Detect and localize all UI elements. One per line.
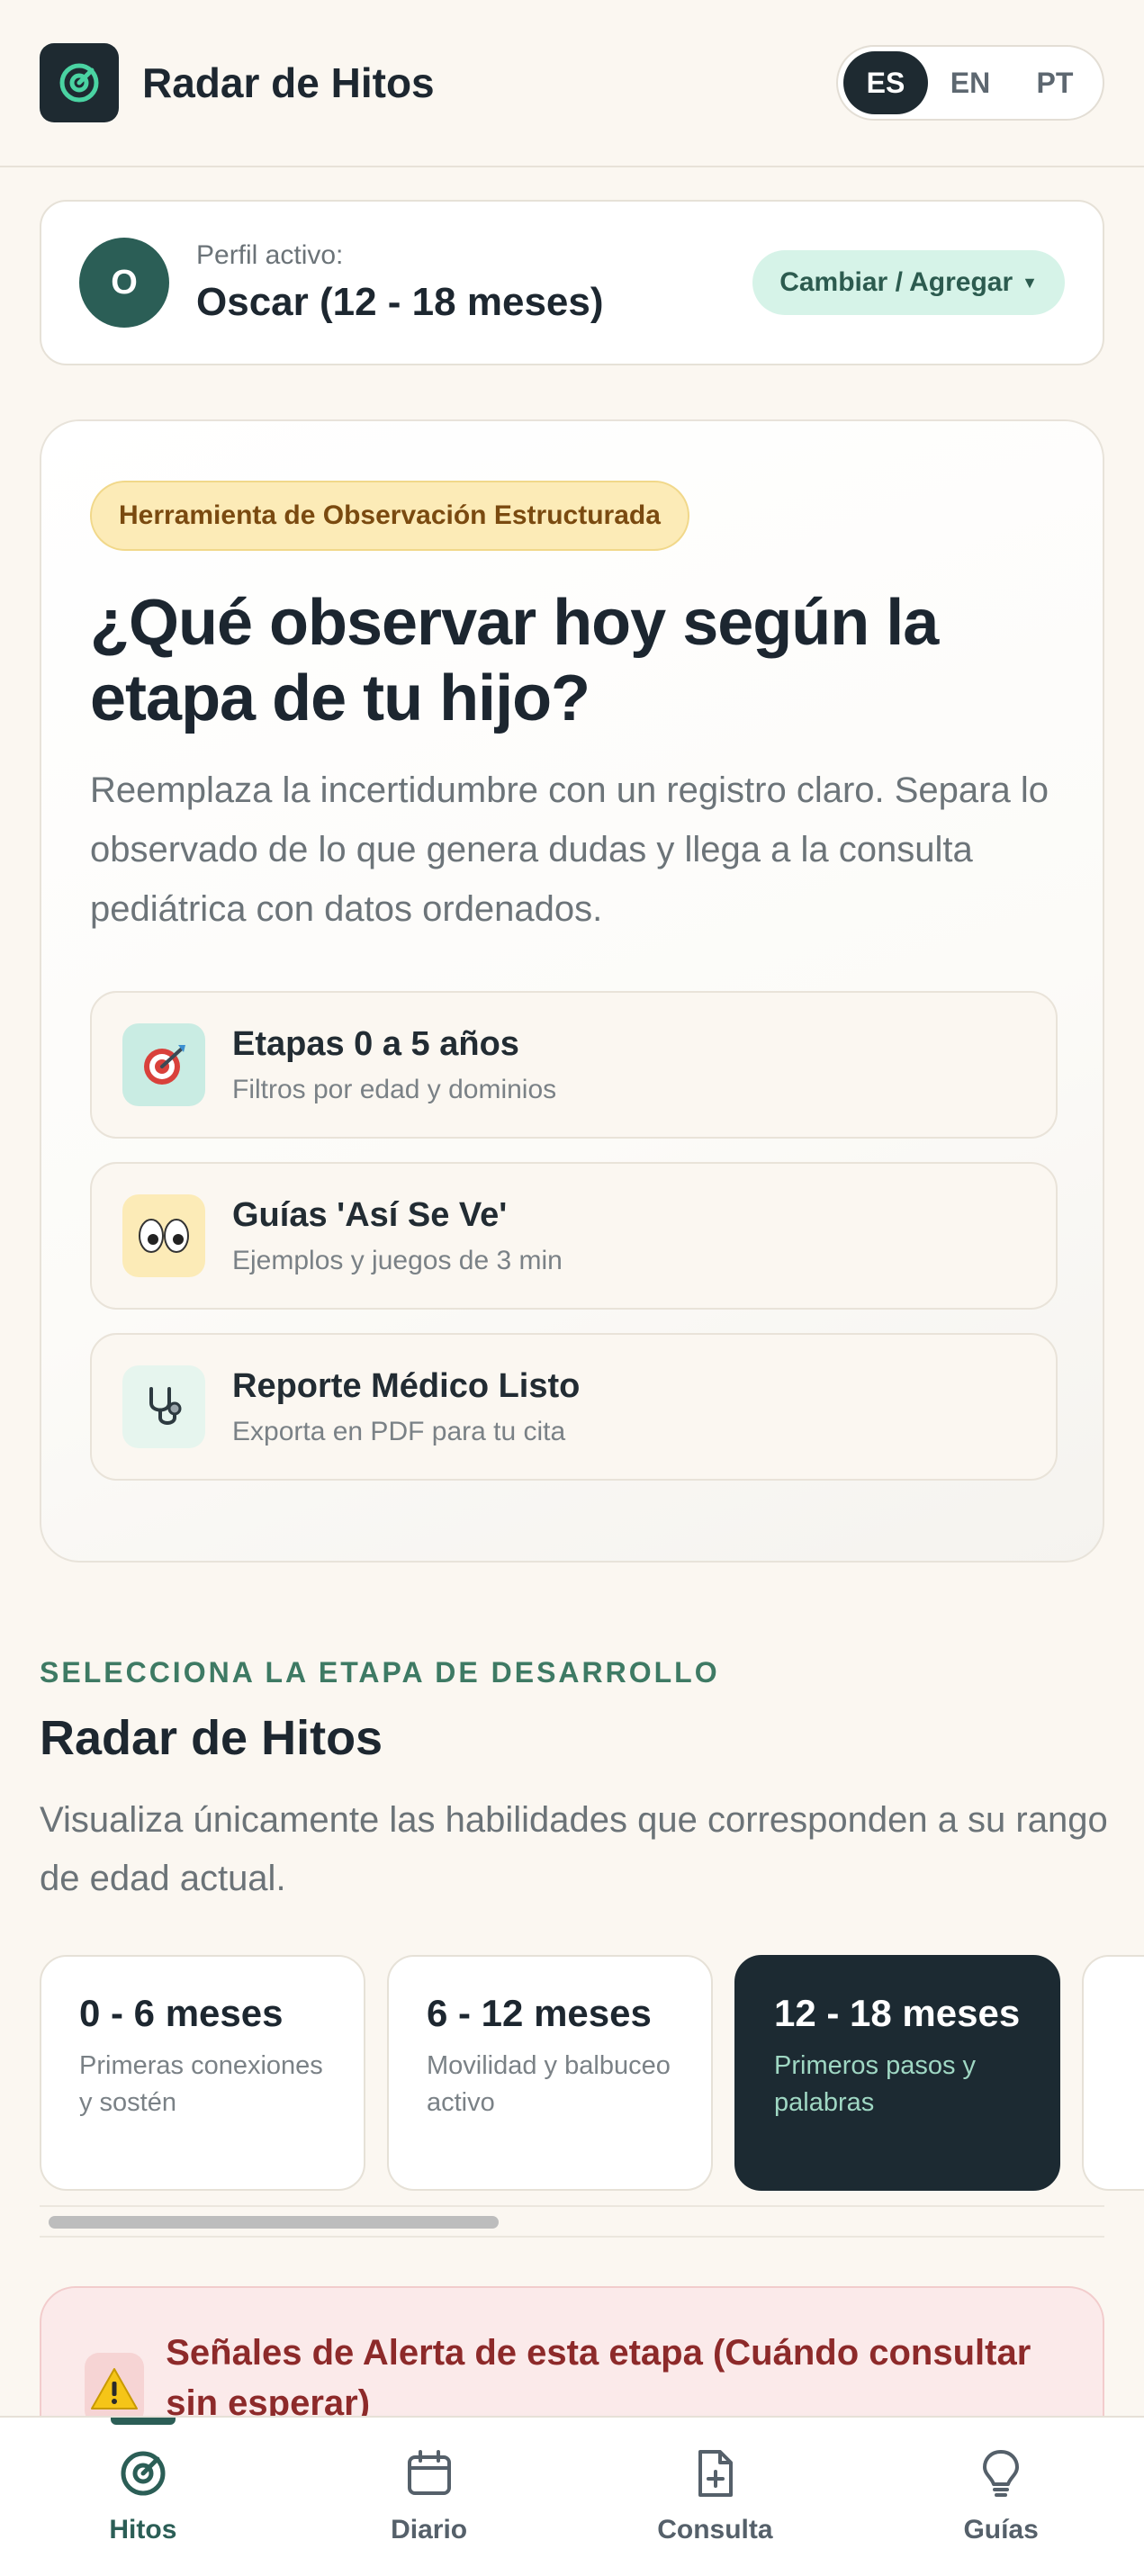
profile-info: Perfil activo: Oscar (12 - 18 meses) [196,240,604,325]
carousel-scrollbar[interactable] [40,2205,1104,2238]
tool-badge: Herramienta de Observación Estructurada [90,481,689,551]
stage-card-12-18[interactable]: 12 - 18 meses Primeros pasos y palabras [734,1955,1060,2191]
nav-label: Diario [391,2515,468,2544]
target-dart-icon [122,1023,205,1107]
app-logo [40,43,119,122]
scrollbar-thumb[interactable] [49,2216,499,2229]
radar-icon [121,2451,166,2496]
profile-label: Perfil activo: [196,240,344,270]
feature-stages[interactable]: Etapas 0 a 5 años Filtros por edad y dom… [90,991,1058,1139]
hero-card: Herramienta de Observación Estructurada … [40,419,1104,1563]
radar-logo-icon [59,63,99,103]
caret-down-icon: ▼ [1022,273,1038,292]
document-plus-icon [698,2450,734,2497]
stage-subtitle: Movilidad y balbuceo activo [427,2050,671,2117]
feature-text: Guías 'Así Se Ve' Ejemplos y juegos de 3… [232,1196,563,1276]
nav-label: Hitos [109,2515,177,2544]
eyes-icon [122,1194,205,1278]
lightbulb-icon [983,2450,1020,2497]
nav-label: Guías [963,2515,1039,2544]
feature-guides[interactable]: Guías 'Así Se Ve' Ejemplos y juegos de 3… [90,1162,1058,1311]
feature-title: Guías 'Así Se Ve' [232,1195,508,1234]
bottom-navigation: Hitos Diario Consulta Guías [0,2416,1144,2576]
feature-subtitle: Ejemplos y juegos de 3 min [232,1245,563,1275]
nav-item-diario[interactable]: Diario [286,2418,572,2576]
app-title: Radar de Hitos [142,59,435,106]
avatar: O [79,238,169,328]
switch-profile-button[interactable]: Cambiar / Agregar ▼ [752,250,1065,315]
section-kicker: SELECCIONA LA ETAPA DE DESARROLLO [40,1656,720,1689]
lang-pt-button[interactable]: PT [1013,51,1097,114]
stage-title: 12 - 18 meses [774,1992,1021,2034]
section-description: Visualiza únicamente las habilidades que… [40,1800,1108,1898]
nav-item-guias[interactable]: Guías [858,2418,1144,2576]
hero-description: Reemplaza la incertidumbre con un regist… [90,770,1049,929]
stage-subtitle: Primeras conexiones y sostén [79,2050,323,2117]
nav-label: Consulta [657,2515,773,2544]
feature-text: Reporte Médico Listo Exporta en PDF para… [232,1367,580,1447]
stage-card-6-12[interactable]: 6 - 12 meses Movilidad y balbuceo activo [387,1955,713,2191]
stage-carousel[interactable]: 0 - 6 meses Primeras conexiones y sostén… [40,1955,1144,2191]
feature-medical-report[interactable]: Reporte Médico Listo Exporta en PDF para… [90,1333,1058,1482]
nav-item-hitos[interactable]: Hitos [0,2418,286,2576]
warning-icon [85,2353,145,2425]
language-switcher: ES EN PT [836,45,1104,121]
profile-name: Oscar (12 - 18 meses) [196,280,604,324]
hero-title: ¿Qué observar hoy según la etapa de tu h… [90,587,939,735]
stage-title: 6 - 12 meses [427,1992,652,2034]
calendar-icon [407,2450,451,2495]
stage-card-next[interactable] [1082,1955,1144,2191]
switch-profile-label: Cambiar / Agregar [779,267,1013,297]
lang-en-button[interactable]: EN [928,51,1013,114]
stage-title: 0 - 6 meses [79,1992,284,2034]
feature-title: Reporte Médico Listo [232,1366,581,1405]
stethoscope-icon [122,1365,205,1449]
feature-subtitle: Filtros por edad y dominios [232,1074,557,1104]
lang-es-button[interactable]: ES [843,51,928,114]
stage-card-0-6[interactable]: 0 - 6 meses Primeras conexiones y sostén [40,1955,365,2191]
nav-item-consulta[interactable]: Consulta [572,2418,859,2576]
section-title: Radar de Hitos [40,1711,383,1765]
active-profile-card: O Perfil activo: Oscar (12 - 18 meses) C… [40,200,1104,365]
feature-text: Etapas 0 a 5 años Filtros por edad y dom… [232,1025,556,1105]
feature-title: Etapas 0 a 5 años [232,1024,519,1063]
app-header: Radar de Hitos ES EN PT [0,0,1144,167]
stage-subtitle: Primeros pasos y palabras [774,2050,977,2117]
feature-subtitle: Exporta en PDF para tu cita [232,1416,566,1446]
